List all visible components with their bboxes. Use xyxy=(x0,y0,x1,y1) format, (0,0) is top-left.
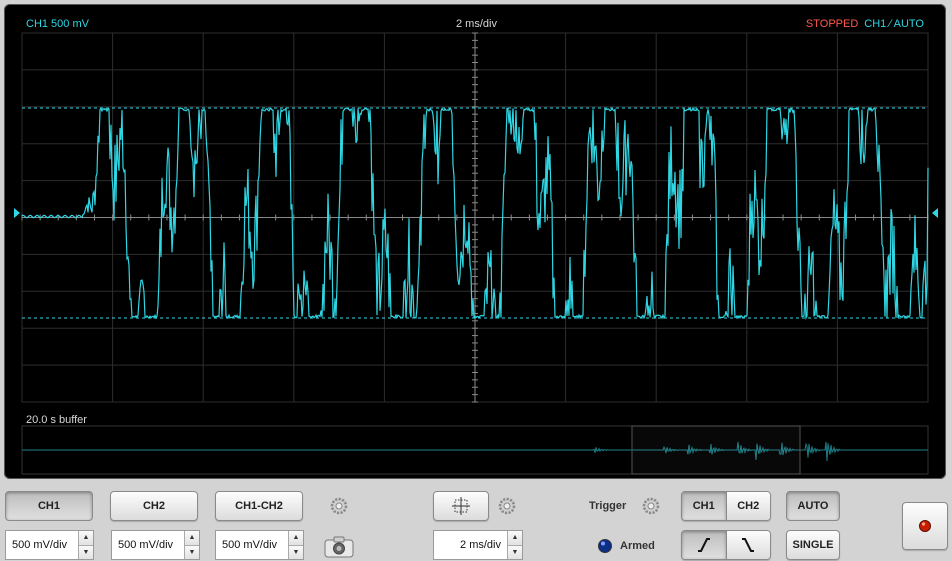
trigger-ch2-button[interactable]: CH2 xyxy=(725,492,770,520)
scope-canvas xyxy=(14,32,938,475)
ch1-minus-ch2-button[interactable]: CH1-CH2 xyxy=(215,491,303,521)
trigger-status-readout: CH1 ∕ AUTO xyxy=(864,18,924,30)
cursors-button[interactable] xyxy=(433,491,489,521)
record-button[interactable] xyxy=(902,502,948,550)
trigger-ch1-button[interactable]: CH1 xyxy=(682,492,726,520)
increment-arrow-icon[interactable]: ▲ xyxy=(289,531,303,545)
timebase-readout: 2 ms/div xyxy=(456,18,497,30)
armed-label: Armed xyxy=(620,540,655,552)
increment-arrow-icon[interactable]: ▲ xyxy=(79,531,93,545)
ch2-button[interactable]: CH2 xyxy=(110,491,198,521)
math-scale-stepper[interactable]: 500 mV/div ▲ ▼ xyxy=(215,530,304,560)
falling-edge-button[interactable] xyxy=(725,531,770,559)
channel-scale-readout: CH1 500 mV xyxy=(26,18,89,30)
auto-mode-button[interactable]: AUTO xyxy=(786,491,840,521)
gear-icon[interactable] xyxy=(641,496,661,516)
math-scale-value[interactable]: 500 mV/div xyxy=(216,531,288,559)
rising-edge-button[interactable] xyxy=(682,531,726,559)
buffer-label: 20.0 s buffer xyxy=(26,414,87,426)
gear-icon[interactable] xyxy=(329,496,349,516)
oscilloscope-display: CH1 500 mV 2 ms/div STOPPED CH1 ∕ AUTO 20… xyxy=(4,4,946,479)
stopped-status: STOPPED xyxy=(805,18,859,30)
trigger-slope-selector[interactable] xyxy=(681,530,771,560)
single-mode-button[interactable]: SINGLE xyxy=(786,530,840,560)
crosshair-icon xyxy=(452,497,470,515)
ch1-scale-stepper[interactable]: 500 mV/div ▲ ▼ xyxy=(5,530,94,560)
ch1-scale-value[interactable]: 500 mV/div xyxy=(6,531,78,559)
timebase-value[interactable]: 2 ms/div xyxy=(434,531,507,559)
increment-arrow-icon[interactable]: ▲ xyxy=(508,531,522,545)
increment-arrow-icon[interactable]: ▲ xyxy=(185,531,199,545)
timebase-stepper[interactable]: 2 ms/div ▲ ▼ xyxy=(433,530,523,560)
trigger-level-marker[interactable] xyxy=(932,208,938,218)
acquisition-status: STOPPED CH1 ∕ AUTO xyxy=(806,18,924,30)
center-axes xyxy=(21,32,929,403)
rising-edge-icon xyxy=(697,538,710,552)
armed-indicator-icon xyxy=(598,539,612,553)
falling-edge-icon xyxy=(742,538,755,552)
buffer-view-window[interactable] xyxy=(631,425,801,475)
buffer-overview[interactable] xyxy=(21,425,929,475)
decrement-arrow-icon[interactable]: ▼ xyxy=(508,544,522,559)
ch2-scale-stepper[interactable]: 500 mV/div ▲ ▼ xyxy=(111,530,200,560)
gear-icon[interactable] xyxy=(497,496,517,516)
trigger-label: Trigger xyxy=(589,500,627,512)
decrement-arrow-icon[interactable]: ▼ xyxy=(289,544,303,559)
ch1-offset-marker[interactable] xyxy=(14,208,20,218)
ch1-button[interactable]: CH1 xyxy=(5,491,93,521)
decrement-arrow-icon[interactable]: ▼ xyxy=(79,544,93,559)
camera-icon[interactable] xyxy=(324,536,354,558)
ch2-scale-value[interactable]: 500 mV/div xyxy=(112,531,184,559)
trigger-source-selector[interactable]: CH1 CH2 xyxy=(681,491,771,521)
record-icon xyxy=(919,520,931,532)
decrement-arrow-icon[interactable]: ▼ xyxy=(185,544,199,559)
